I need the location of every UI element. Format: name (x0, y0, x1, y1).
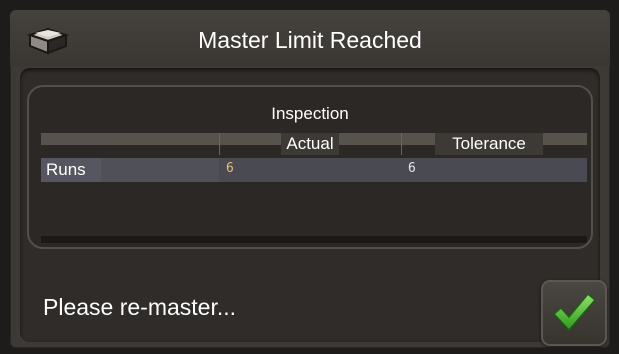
inspection-table: Actual Tolerance Runs 6 6 (41, 133, 587, 243)
dialog-title: Master Limit Reached (198, 27, 422, 53)
remaster-message: Please re-master... (43, 294, 237, 320)
column-header-actual: Actual (281, 133, 339, 155)
title-bar: Master Limit Reached (10, 10, 610, 66)
table-footer-band (41, 236, 587, 243)
row-label-runs: Runs (41, 158, 101, 182)
inspection-panel: Inspection Actual Tolerance Runs 6 6 (27, 85, 593, 249)
column-divider (219, 133, 220, 155)
column-header-tolerance: Tolerance (435, 133, 543, 155)
ok-button[interactable] (541, 280, 607, 346)
column-divider (401, 133, 402, 155)
table-row[interactable]: Runs 6 6 (41, 158, 587, 182)
master-limit-dialog: Master Limit Reached Inspection Actual T… (10, 10, 610, 348)
dialog-content: Inspection Actual Tolerance Runs 6 6 Ple… (20, 68, 607, 346)
actual-value: 6 (226, 161, 234, 176)
tolerance-value: 6 (408, 161, 416, 176)
inspection-title: Inspection (271, 104, 349, 123)
checkmark-icon (552, 292, 596, 332)
